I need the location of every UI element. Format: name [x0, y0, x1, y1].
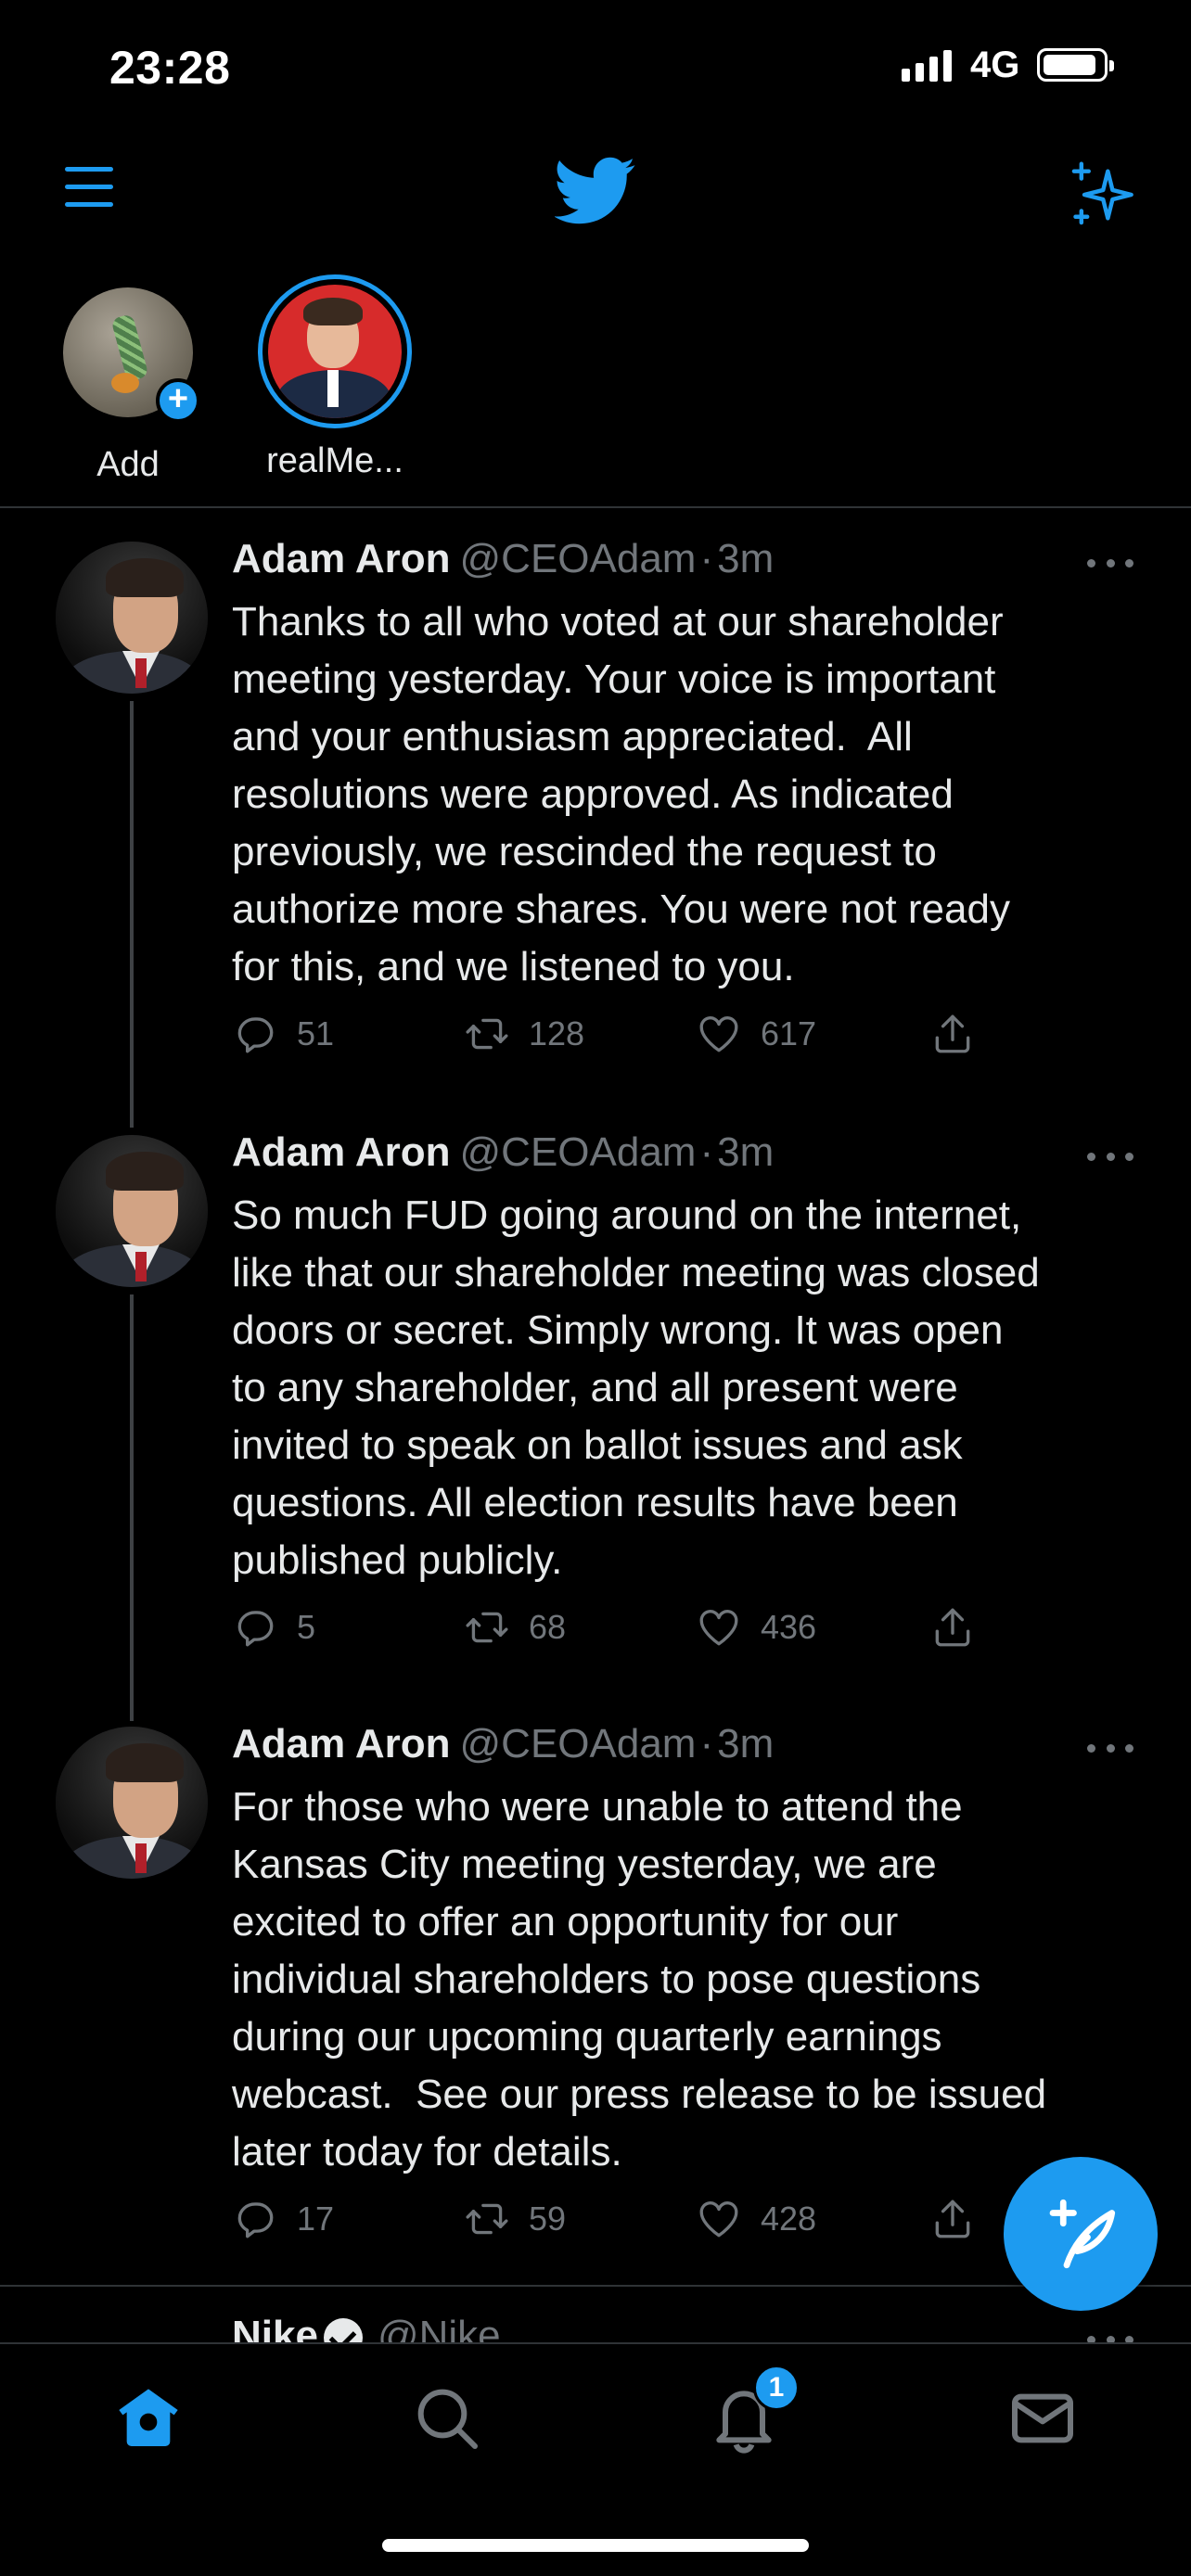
retweet-count: 128 [529, 1014, 585, 1052]
fleet-label: Add [96, 445, 160, 484]
fleet-label: realMe... [266, 441, 403, 480]
tweet-time: 3m [717, 536, 775, 581]
heart-icon [699, 1610, 738, 1646]
share-icon [935, 1608, 970, 1647]
menu-icon[interactable] [65, 167, 113, 210]
search-tab[interactable] [410, 2381, 484, 2455]
avatar [268, 285, 402, 418]
author-handle: @CEOAdam [459, 1721, 697, 1766]
share-button[interactable] [929, 1011, 976, 1057]
search-icon [417, 2389, 478, 2449]
share-button[interactable] [929, 2196, 976, 2242]
author-handle: @CEOAdam [459, 1129, 697, 1175]
reply-count: 17 [297, 2200, 335, 2238]
plus-icon: + [156, 378, 200, 423]
tweet-text: For those who were unable to attend the … [232, 1784, 1047, 2174]
like-count: 428 [761, 2200, 817, 2238]
envelope-icon [1012, 2393, 1073, 2443]
retweet-button[interactable]: 68 [464, 1604, 566, 1651]
fleet-add[interactable]: + Add [63, 287, 200, 485]
cellular-signal-icon [902, 48, 952, 82]
like-count: 436 [761, 1608, 817, 1646]
more-options-icon[interactable] [1087, 1741, 1133, 1754]
retweet-count: 59 [529, 2200, 567, 2238]
retweet-button[interactable]: 59 [464, 2196, 566, 2242]
status-time: 23:28 [109, 42, 231, 94]
author-name[interactable]: Adam Aron [232, 536, 451, 581]
tweet-actions: 51 128 617 [232, 1011, 1030, 1066]
retweet-icon [466, 2203, 508, 2235]
twitter-bird-icon[interactable] [555, 156, 636, 226]
share-icon [935, 1014, 970, 1053]
network-type: 4G [970, 45, 1020, 85]
tweet-actions: 17 59 428 [232, 2196, 1030, 2251]
like-count: 617 [761, 1014, 817, 1052]
share-icon [935, 2200, 970, 2238]
thread-line [130, 701, 134, 1128]
notifications-tab[interactable]: 1 [707, 2365, 800, 2455]
tweet-text: So much FUD going around on the internet… [232, 1192, 1040, 1583]
share-button[interactable] [929, 1604, 976, 1651]
divider [0, 2285, 1191, 2287]
own-avatar: + [63, 287, 200, 423]
tweet-time: 3m [717, 1721, 775, 1766]
messages-tab[interactable] [1005, 2381, 1080, 2455]
tweet-header: Adam Aron @CEOAdam·3m [232, 1721, 775, 1766]
author-name[interactable]: Adam Aron [232, 1129, 451, 1175]
thread-line [130, 1294, 134, 1721]
reply-button[interactable]: 17 [232, 2196, 334, 2242]
reply-count: 51 [297, 1014, 335, 1052]
heart-icon [699, 1016, 738, 1052]
top-bar [0, 139, 1191, 260]
fleet-user[interactable]: realMe... [258, 274, 412, 481]
more-options-icon[interactable] [1087, 556, 1133, 569]
tweet-header: Adam Aron @CEOAdam·3m [232, 536, 775, 581]
reply-icon [237, 1017, 274, 1053]
notification-badge: 1 [753, 2365, 800, 2411]
avatar[interactable] [56, 1135, 208, 1287]
fleets-row: + Add realMe... [0, 274, 1191, 506]
avatar[interactable] [56, 542, 208, 694]
retweet-count: 68 [529, 1608, 567, 1646]
status-bar: 23:28 4G [0, 0, 1191, 139]
reply-button[interactable]: 5 [232, 1604, 315, 1651]
like-button[interactable]: 436 [696, 1604, 816, 1651]
home-indicator [382, 2539, 809, 2552]
divider [0, 506, 1191, 508]
compose-feather-icon [1049, 2199, 1116, 2269]
retweet-button[interactable]: 128 [464, 1011, 584, 1057]
author-name[interactable]: Adam Aron [232, 1721, 451, 1766]
reply-button[interactable]: 51 [232, 1011, 334, 1057]
tweet-actions: 5 68 436 [232, 1604, 1030, 1660]
heart-icon [699, 2201, 738, 2238]
retweet-icon [466, 1612, 508, 1643]
reply-icon [237, 2202, 274, 2238]
tweet-text: Thanks to all who voted at our sharehold… [232, 599, 1010, 989]
retweet-icon [466, 1018, 508, 1050]
home-tab[interactable] [111, 2381, 186, 2455]
home-icon [119, 2389, 178, 2446]
like-button[interactable]: 617 [696, 1011, 816, 1057]
reply-count: 5 [297, 1608, 316, 1646]
sparkle-icon[interactable] [1067, 159, 1137, 230]
more-options-icon[interactable] [1087, 1150, 1133, 1163]
like-button[interactable]: 428 [696, 2196, 816, 2242]
tweet-time: 3m [717, 1129, 775, 1175]
avatar[interactable] [56, 1727, 208, 1879]
battery-icon [1037, 48, 1114, 82]
author-handle: @CEOAdam [459, 536, 697, 581]
tweet-header: Adam Aron @CEOAdam·3m [232, 1129, 775, 1175]
reply-icon [237, 1611, 274, 1647]
compose-tweet-button[interactable] [1004, 2157, 1158, 2311]
